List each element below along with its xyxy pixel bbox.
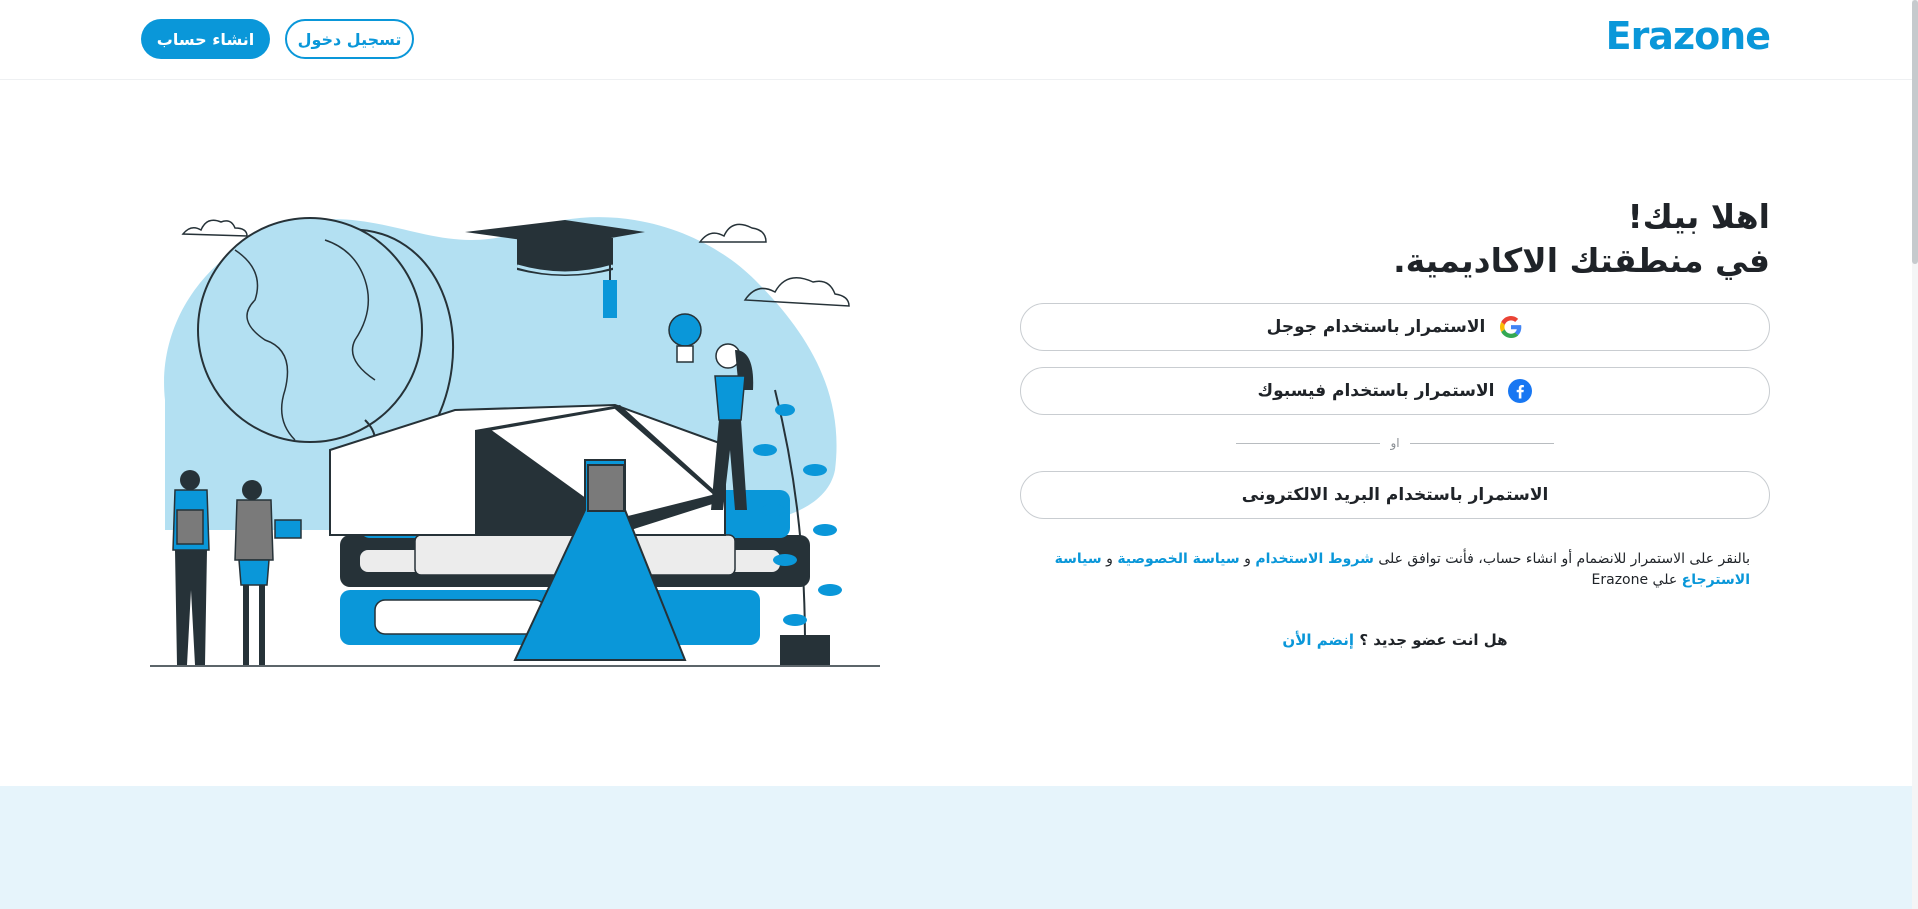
join-prompt: هل انت عضو جديد ؟ إنضم الأن	[1020, 631, 1770, 649]
terms-and-2: و	[1106, 551, 1113, 567]
page-scrollbar[interactable]	[1912, 0, 1918, 909]
login-button[interactable]: تسجيل دخول	[285, 19, 414, 59]
register-button[interactable]: انشاء حساب	[141, 19, 270, 59]
or-divider: او	[1020, 415, 1770, 471]
or-text: او	[1390, 436, 1400, 450]
terms-and-1: و	[1244, 551, 1251, 567]
logo-text: Erazone	[1605, 14, 1771, 58]
terms-notice: بالنقر على الاستمرار للانضمام أو انشاء ح…	[1020, 549, 1770, 591]
continue-with-google-button[interactable]: الاستمرار باستخدام جوجل	[1020, 303, 1770, 351]
divider-line-right	[1409, 442, 1554, 444]
welcome-line-1: اهلا بيك!	[1627, 197, 1770, 236]
top-header: انشاء حساب تسجيل دخول Erazone	[0, 0, 1918, 80]
join-now-link[interactable]: إنضم الأن	[1282, 631, 1354, 649]
academic-illustration	[145, 190, 885, 670]
privacy-policy-link[interactable]: سياسة الخصوصية	[1117, 551, 1239, 567]
join-question: هل انت عضو جديد ؟	[1359, 631, 1508, 649]
continue-with-facebook-button[interactable]: الاستمرار باستخدام فيسبوك	[1020, 367, 1770, 415]
terms-prefix: بالنقر على الاستمرار للانضمام أو انشاء ح…	[1378, 551, 1750, 567]
scrollbar-thumb[interactable]	[1912, 0, 1918, 264]
footer-band	[0, 786, 1918, 909]
facebook-button-label: الاستمرار باستخدام فيسبوك	[1257, 381, 1495, 401]
auth-panel: اهلا بيك! في منطقتك الاكاديمية. الاستمرا…	[1020, 195, 1770, 649]
email-button-label: الاستمرار باستخدام البريد الالكترونى	[1241, 485, 1549, 505]
welcome-heading: اهلا بيك! في منطقتك الاكاديمية.	[1020, 195, 1770, 283]
facebook-icon	[1508, 379, 1533, 403]
continue-with-email-button[interactable]: الاستمرار باستخدام البريد الالكترونى	[1020, 471, 1770, 519]
terms-suffix: علي Erazone	[1591, 572, 1678, 588]
erazone-logo[interactable]: Erazone	[1605, 14, 1771, 58]
terms-of-use-link[interactable]: شروط الاستخدام	[1255, 551, 1374, 567]
google-button-label: الاستمرار باستخدام جوجل	[1266, 317, 1486, 337]
welcome-line-2: في منطقتك الاكاديمية.	[1393, 241, 1770, 280]
google-icon	[1499, 315, 1523, 339]
divider-line-left	[1236, 442, 1381, 444]
